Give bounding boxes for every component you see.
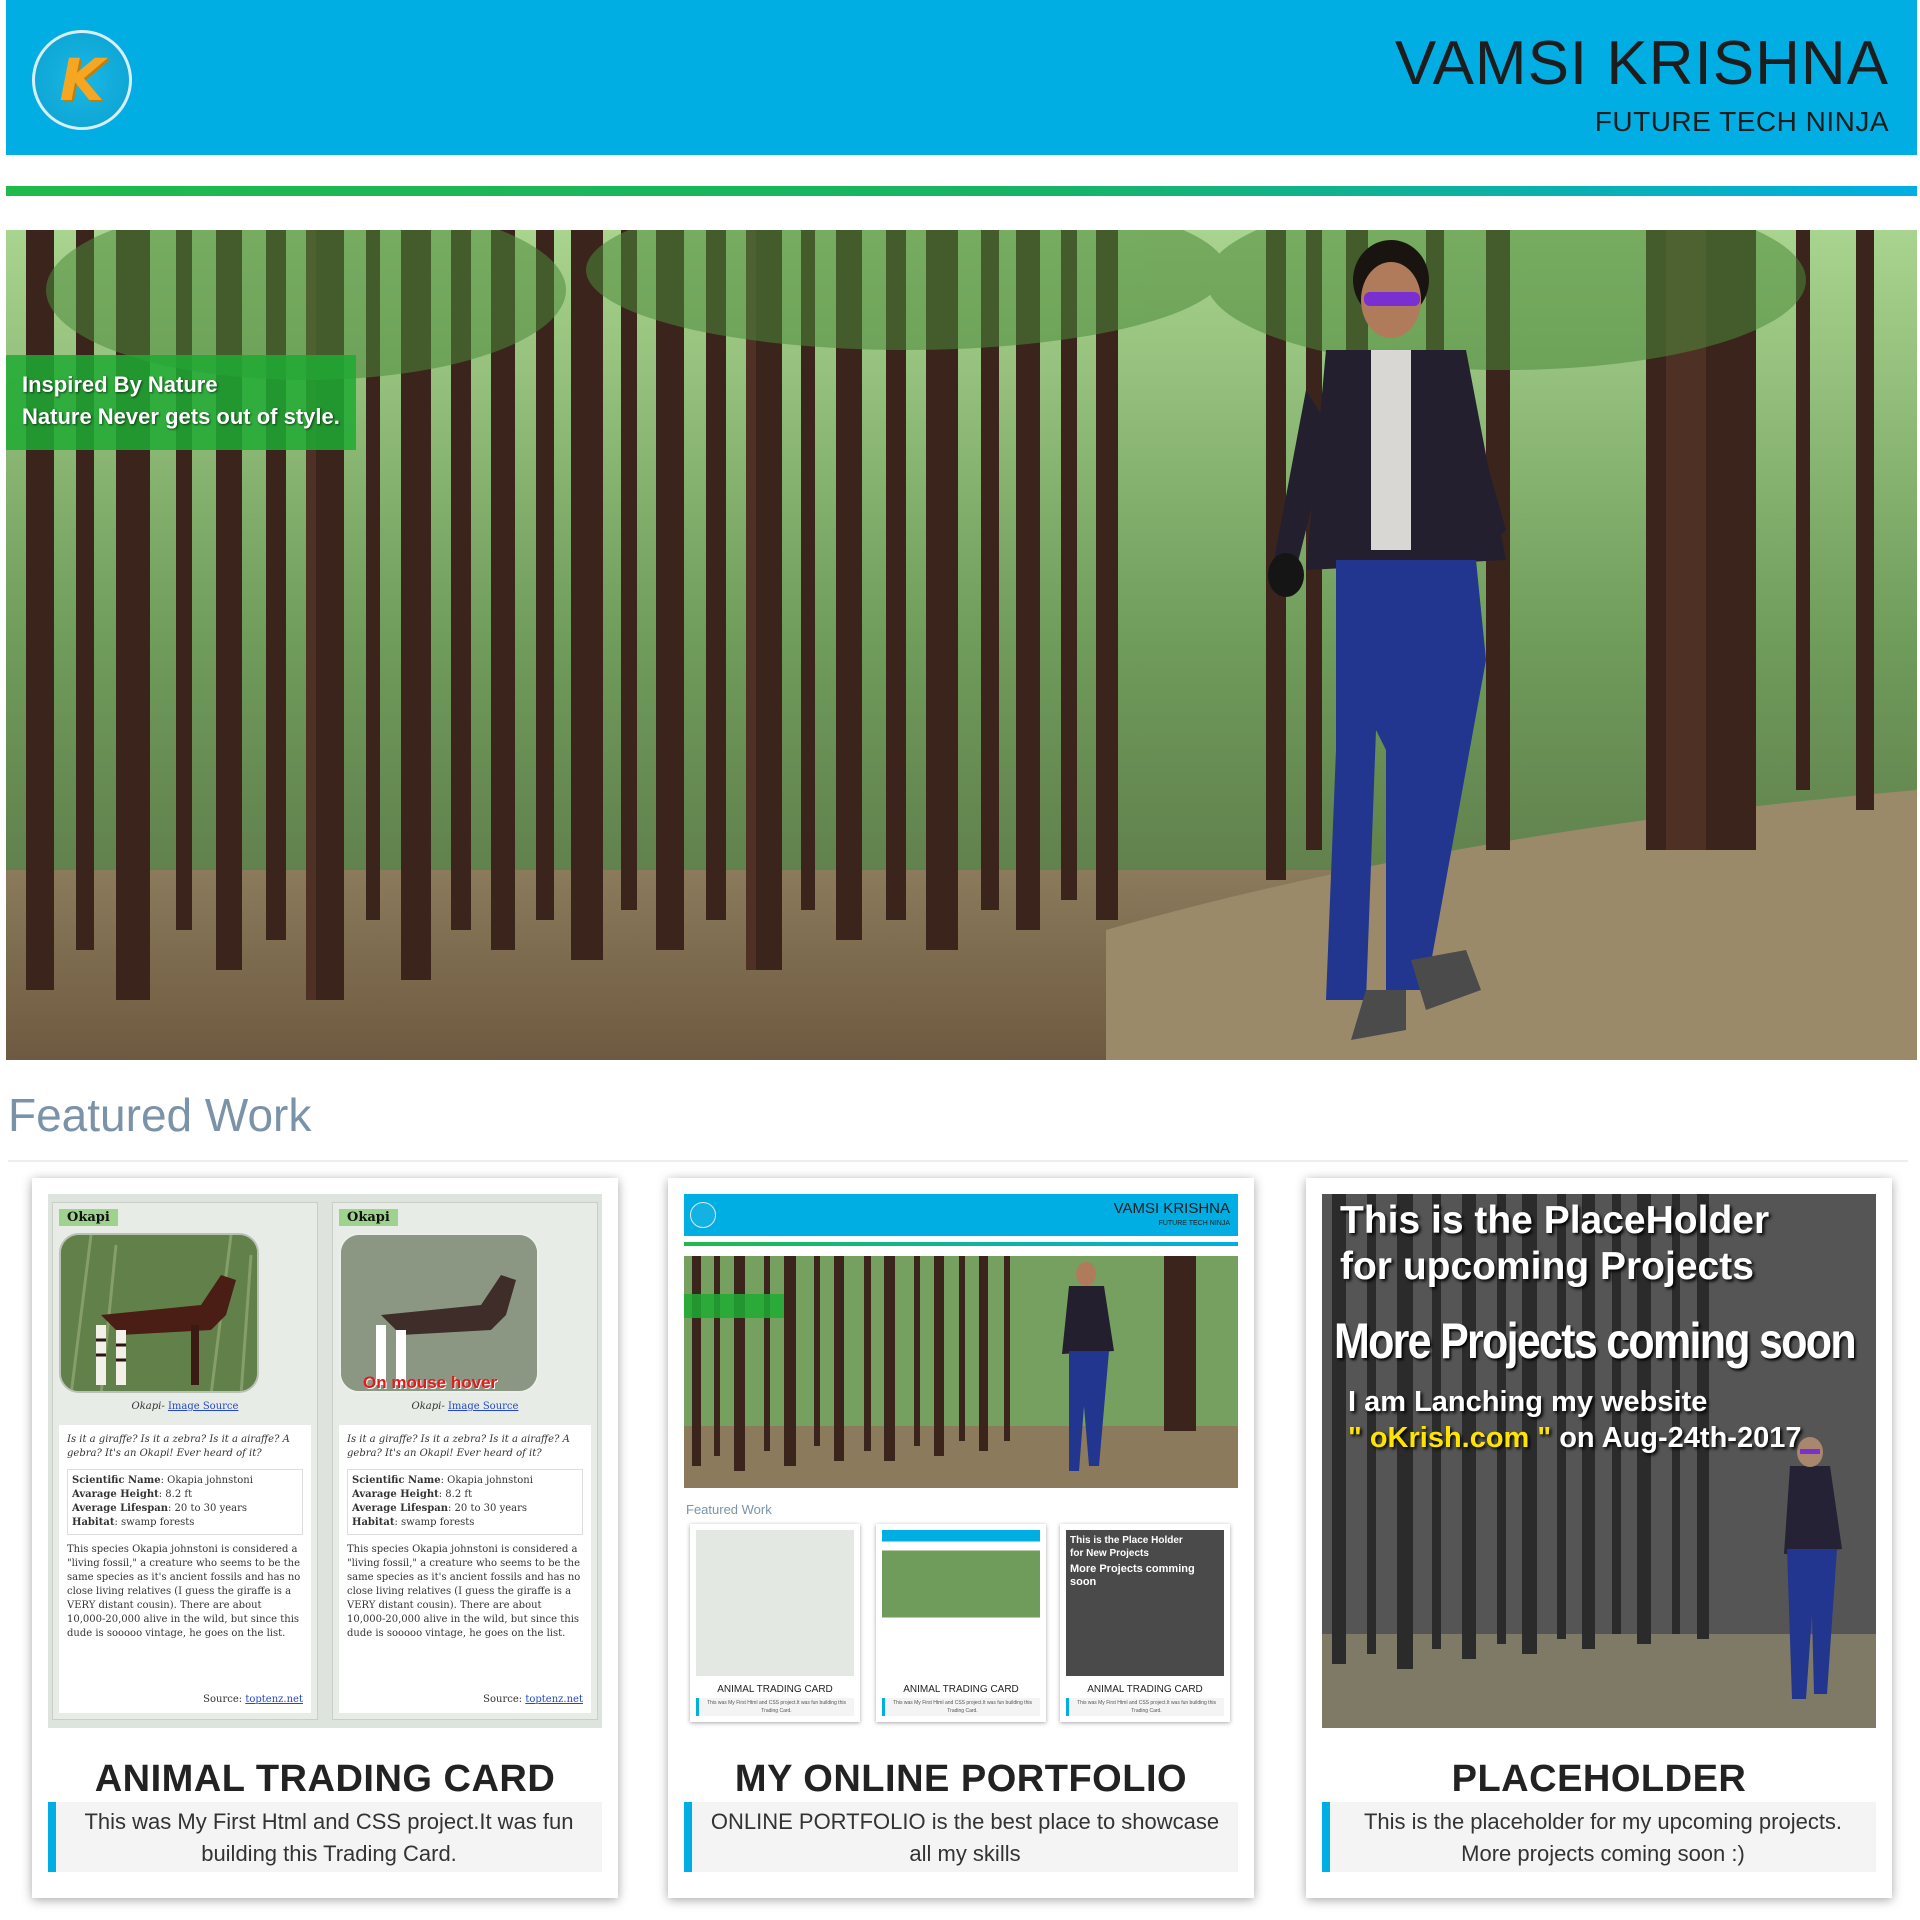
placeholder-line4: I am Lanching my website [1348,1386,1708,1418]
placeholder-line3: More Projects coming soon [1334,1313,1857,1369]
image-source-link[interactable]: Image Source [448,1401,519,1412]
site-header: K VAMSI KRISHNA FUTURE TECH NINJA [6,0,1917,155]
okapi-photo-faded [339,1233,539,1393]
trading-card-hover: Okapi On mouse hover Okapi- Image Source… [332,1202,598,1720]
mini-logo-icon [690,1202,716,1228]
featured-title: Featured Work [8,1089,312,1141]
project-thumbnail[interactable]: This is the PlaceHolder for upcoming Pro… [1322,1194,1876,1728]
card-title: ANIMAL TRADING CARD [94,1758,556,1800]
card-title: PLACEHOLDER [1451,1758,1747,1800]
project-card-animal-trading[interactable]: Okapi Okapi- Image Source Is it a giraff… [32,1178,618,1898]
card-description: ONLINE PORTFOLIO is the best place to sh… [684,1802,1238,1872]
k-logo-icon[interactable]: K [32,30,132,130]
card-description: This is the placeholder for my upcoming … [1322,1802,1876,1872]
mini-card: ANIMAL TRADING CARD This was My First Ht… [876,1524,1046,1722]
mini-card: ANIMAL TRADING CARD This was My First Ht… [690,1524,860,1722]
site-name: VAMSI KRISHNA [1394,29,1889,98]
okapi-photo [59,1233,259,1393]
placeholder-line1: This is the PlaceHolder [1340,1199,1770,1242]
card-title: MY ONLINE PORTFOLIO [734,1758,1188,1800]
hero-banner: Inspired By Nature Nature Never gets out… [6,230,1917,1060]
placeholder-line2: for upcoming Projects [1340,1245,1754,1288]
mini-card: This is the Place Holder for New Project… [1060,1524,1230,1722]
card-tag: Okapi [339,1209,398,1226]
project-card-portfolio[interactable]: VAMSI KRISHNA FUTURE TECH NINJA Featured… [668,1178,1254,1898]
logo-letter: K [59,46,105,114]
hero-caption: Inspired By Nature Nature Never gets out… [6,355,356,450]
featured-divider [8,1160,1908,1162]
site-tagline: FUTURE TECH NINJA [1594,106,1889,137]
card-body: Is it a giraffe? Is it a zebra? Is it a … [339,1425,591,1713]
project-card-placeholder[interactable]: This is the PlaceHolder for upcoming Pro… [1306,1178,1892,1898]
hero-caption-line1: Inspired By Nature [22,372,218,397]
image-credit: Okapi- Image Source [131,1401,239,1412]
placeholder-image: This is the PlaceHolder for upcoming Pro… [1322,1194,1876,1728]
image-source-link[interactable]: Image Source [168,1401,239,1412]
image-credit: Okapi- Image Source [411,1401,519,1412]
mini-hero [684,1256,1238,1488]
mini-header: VAMSI KRISHNA FUTURE TECH NINJA [684,1194,1238,1236]
project-thumbnail[interactable]: Okapi Okapi- Image Source Is it a giraff… [48,1194,602,1728]
placeholder-line5: " oKrish.com " on Aug-24th-2017 [1348,1422,1802,1454]
hover-label: On mouse hover [363,1373,498,1392]
hero-caption-line2: Nature Never gets out of style. [22,404,340,429]
card-description: This was My First Html and CSS project.I… [48,1802,602,1872]
card-body: Is it a giraffe? Is it a zebra? Is it a … [59,1425,311,1713]
trading-card-normal: Okapi Okapi- Image Source Is it a giraff… [52,1202,318,1720]
card-tag: Okapi [59,1209,118,1226]
project-thumbnail[interactable]: VAMSI KRISHNA FUTURE TECH NINJA Featured… [684,1194,1238,1728]
header-divider [6,186,1917,196]
